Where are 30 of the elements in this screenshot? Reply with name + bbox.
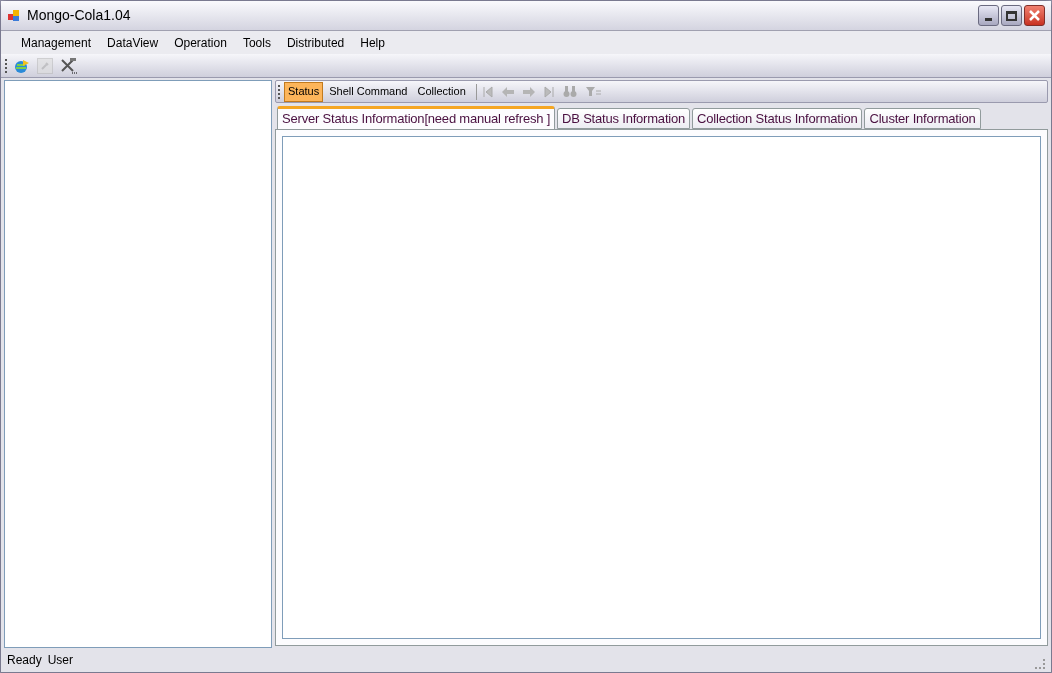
- tab[interactable]: Cluster Information: [864, 108, 981, 129]
- close-icon: [1028, 9, 1041, 22]
- resize-grip-icon[interactable]: [1035, 659, 1045, 669]
- tab[interactable]: Collection Status Information: [692, 108, 863, 129]
- window-title: Mongo-Cola1.04: [27, 6, 131, 25]
- tools-icon[interactable]: [59, 56, 77, 75]
- right-arrow-icon[interactable]: [522, 86, 535, 97]
- binoculars-icon[interactable]: [562, 85, 577, 98]
- menu-item[interactable]: Tools: [234, 33, 279, 52]
- menu-item[interactable]: DataView: [99, 33, 167, 52]
- toolbar-button[interactable]: Status: [284, 81, 324, 102]
- close-button[interactable]: [1024, 5, 1045, 26]
- app-icon: [7, 8, 21, 23]
- tab[interactable]: Server Status Information[need manual refresh ]: [277, 106, 556, 130]
- toolbar-button[interactable]: Collection: [413, 81, 470, 102]
- menu-item[interactable]: Help: [352, 33, 393, 52]
- filter-icon[interactable]: [585, 86, 602, 97]
- menu-item[interactable]: Operation: [166, 33, 235, 52]
- left-arrow-icon[interactable]: [501, 86, 514, 97]
- maximize-button[interactable]: [1001, 5, 1022, 26]
- first-record-icon[interactable]: [482, 85, 493, 98]
- globe-arrow-icon[interactable]: [13, 57, 31, 74]
- minimize-button[interactable]: [978, 5, 999, 26]
- status-text: User: [47, 652, 74, 669]
- toolbar-button[interactable]: Shell Command: [325, 81, 412, 102]
- menu-item[interactable]: Management: [13, 33, 100, 52]
- status-text: Ready: [7, 652, 42, 669]
- last-record-icon[interactable]: [543, 85, 554, 98]
- menu-item[interactable]: Distributed: [278, 33, 353, 52]
- tab[interactable]: DB Status Information: [557, 108, 691, 129]
